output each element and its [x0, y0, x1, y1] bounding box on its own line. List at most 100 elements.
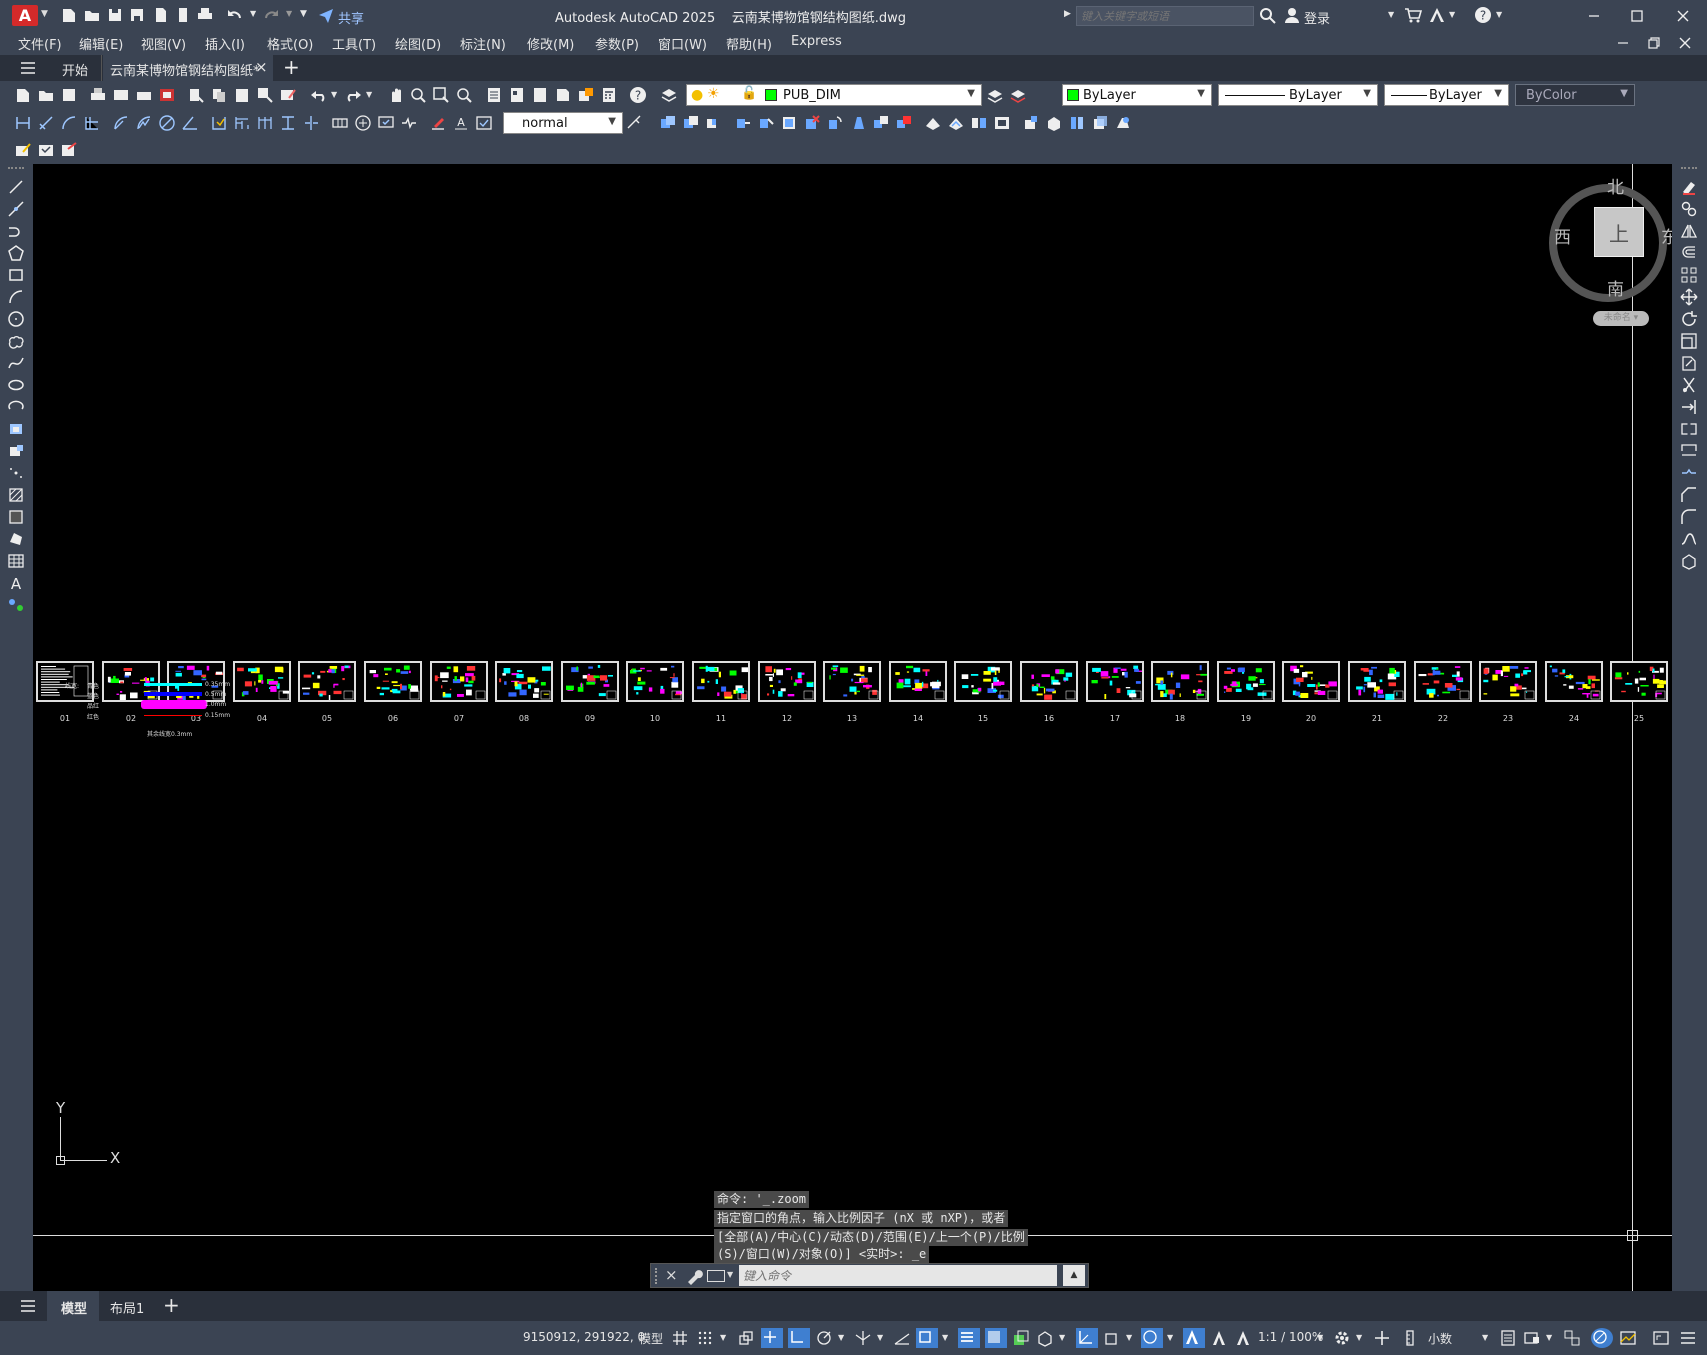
- offset-faces-icon[interactable]: [780, 114, 798, 132]
- color-dropdown[interactable]: ByLayer ▼: [1062, 84, 1212, 106]
- tool-palettes-icon[interactable]: [531, 86, 549, 104]
- drawing-sheet-thumbnail[interactable]: [626, 661, 684, 702]
- layer-dropdown[interactable]: ● ☀ 🔓 PUB_DIM ▼: [686, 84, 982, 106]
- quickcalc-icon[interactable]: [600, 86, 618, 104]
- block-attribute-manager-icon[interactable]: [37, 141, 55, 159]
- plot-icon[interactable]: [89, 86, 107, 104]
- viewcube[interactable]: 北 南 西 东 上 未命名 ▾: [1528, 169, 1672, 329]
- continue-dimension-icon[interactable]: [256, 114, 274, 132]
- command-recent-dropdown-icon[interactable]: ▼: [727, 1270, 733, 1279]
- menu-insert[interactable]: 插入(I): [205, 34, 245, 53]
- dimension-update-icon[interactable]: [475, 114, 493, 132]
- drawing-sheet-thumbnail[interactable]: [495, 661, 553, 702]
- polar-tracking-icon[interactable]: [815, 1329, 833, 1347]
- workspace-gear-icon[interactable]: [1333, 1329, 1351, 1347]
- gradient-icon[interactable]: [7, 508, 25, 526]
- maximize-icon[interactable]: [1628, 7, 1646, 25]
- ordinate-dimension-icon[interactable]: [83, 114, 101, 132]
- selection-cycling-icon[interactable]: [1012, 1329, 1030, 1347]
- zoom-realtime-icon[interactable]: [409, 86, 427, 104]
- center-mark-icon[interactable]: [354, 114, 372, 132]
- ortho-mode-icon[interactable]: [788, 1328, 810, 1348]
- iso-dropdown-icon[interactable]: ▼: [877, 1333, 883, 1342]
- snap-dropdown-icon[interactable]: ▼: [720, 1333, 726, 1342]
- search-expand-icon[interactable]: ▶: [1064, 9, 1071, 19]
- drawing-sheet-thumbnail[interactable]: [1020, 661, 1078, 702]
- zoom-previous-icon[interactable]: [455, 86, 473, 104]
- app-logo[interactable]: A: [12, 5, 38, 26]
- annotation-visibility-icon[interactable]: [1183, 1328, 1205, 1348]
- toolbar-grip[interactable]: [1681, 167, 1697, 170]
- help-icon[interactable]: ?: [1474, 6, 1492, 24]
- login-dropdown-icon[interactable]: ▼: [1388, 10, 1394, 19]
- extrude-faces-icon[interactable]: [734, 114, 752, 132]
- copy-icon[interactable]: [210, 86, 228, 104]
- open-folder-icon[interactable]: [83, 6, 101, 24]
- object-snap-tracking-icon[interactable]: [893, 1329, 911, 1347]
- delete-faces-icon[interactable]: [803, 114, 821, 132]
- add-layout-button[interactable]: +: [163, 1293, 180, 1317]
- drawing-sheet-thumbnail[interactable]: [1282, 661, 1340, 702]
- redo-toolbar-icon[interactable]: [344, 86, 362, 104]
- share-button[interactable]: 共享: [338, 8, 364, 27]
- menu-edit[interactable]: 编辑(E): [79, 34, 123, 53]
- model-space-button[interactable]: 模型: [639, 1330, 663, 1347]
- polar-dropdown-icon[interactable]: ▼: [838, 1333, 844, 1342]
- layout-menu-icon[interactable]: [19, 1297, 37, 1315]
- tolerance-icon[interactable]: [331, 114, 349, 132]
- add-selected-icon[interactable]: [7, 596, 25, 614]
- redo-icon[interactable]: [262, 6, 280, 24]
- tab-layout1[interactable]: 布局1: [100, 1291, 152, 1321]
- command-grip-icon[interactable]: [655, 1268, 659, 1284]
- tab-drawing[interactable]: 云南某博物馆钢结构图纸* ×: [103, 55, 273, 81]
- object-snap-icon[interactable]: [916, 1328, 938, 1348]
- share-icon[interactable]: [317, 6, 335, 24]
- selection-filter-icon[interactable]: [1103, 1329, 1121, 1347]
- graphics-performance-icon[interactable]: [1591, 1328, 1613, 1348]
- auto-scale-icon[interactable]: [1210, 1329, 1228, 1347]
- dynamic-ucs-icon[interactable]: [1076, 1328, 1098, 1348]
- hamburger-menu-icon[interactable]: [19, 59, 37, 77]
- clean-screen-icon[interactable]: [1619, 1329, 1637, 1347]
- 3d-print-icon[interactable]: [158, 86, 176, 104]
- array-icon[interactable]: [1680, 266, 1698, 284]
- coordinates-readout[interactable]: 9150912, 291922, 0: [523, 1330, 645, 1344]
- union-icon[interactable]: [659, 114, 677, 132]
- tab-start[interactable]: 开始: [50, 55, 102, 81]
- publish-toolbar-icon[interactable]: [135, 86, 153, 104]
- offset-icon[interactable]: [1680, 244, 1698, 262]
- line-icon[interactable]: [7, 178, 25, 196]
- save-as-icon[interactable]: [128, 6, 146, 24]
- doc-minimize-icon[interactable]: [1614, 34, 1632, 52]
- design-center-icon[interactable]: [508, 86, 526, 104]
- move-faces-icon[interactable]: [757, 114, 775, 132]
- search-icon[interactable]: [1259, 7, 1277, 25]
- drawing-sheet-thumbnail[interactable]: [758, 661, 816, 702]
- revision-cloud-icon[interactable]: [7, 332, 25, 350]
- drawing-sheet-thumbnail[interactable]: [430, 661, 488, 702]
- layer-previous-icon[interactable]: [1009, 86, 1027, 104]
- save-icon[interactable]: [106, 6, 124, 24]
- copy-object-icon[interactable]: [1680, 200, 1698, 218]
- drawing-sheet-thumbnail[interactable]: [889, 661, 947, 702]
- hatch-icon[interactable]: [7, 486, 25, 504]
- drawing-sheet-thumbnail[interactable]: [561, 661, 619, 702]
- infer-constraints-icon[interactable]: [737, 1329, 755, 1347]
- drawing-sheet-thumbnail[interactable]: [1348, 661, 1406, 702]
- annotation-scale-icon[interactable]: [1234, 1329, 1252, 1347]
- menu-format[interactable]: 格式(O): [267, 34, 313, 53]
- separate-icon[interactable]: [970, 114, 988, 132]
- publish-icon[interactable]: [152, 6, 170, 24]
- shell-icon[interactable]: [993, 114, 1011, 132]
- angular-dimension-icon[interactable]: [181, 114, 199, 132]
- undo-dropdown-icon[interactable]: ▼: [250, 9, 256, 18]
- check-solid-icon[interactable]: [1022, 114, 1040, 132]
- drawing-sheet-thumbnail[interactable]: [1086, 661, 1144, 702]
- workspace-dropdown-icon[interactable]: ▼: [1356, 1333, 1362, 1342]
- make-current-layer-icon[interactable]: [986, 86, 1004, 104]
- undo-icon[interactable]: [226, 6, 244, 24]
- help-dropdown-icon[interactable]: ▼: [1496, 10, 1502, 19]
- drawing-canvas[interactable]: 北 南 西 东 上 未命名 ▾ 01 02 03 04 05 06 07 08 09 10 11 12…: [33, 164, 1672, 1291]
- region-icon[interactable]: [7, 530, 25, 548]
- menu-help[interactable]: 帮助(H): [726, 34, 772, 53]
